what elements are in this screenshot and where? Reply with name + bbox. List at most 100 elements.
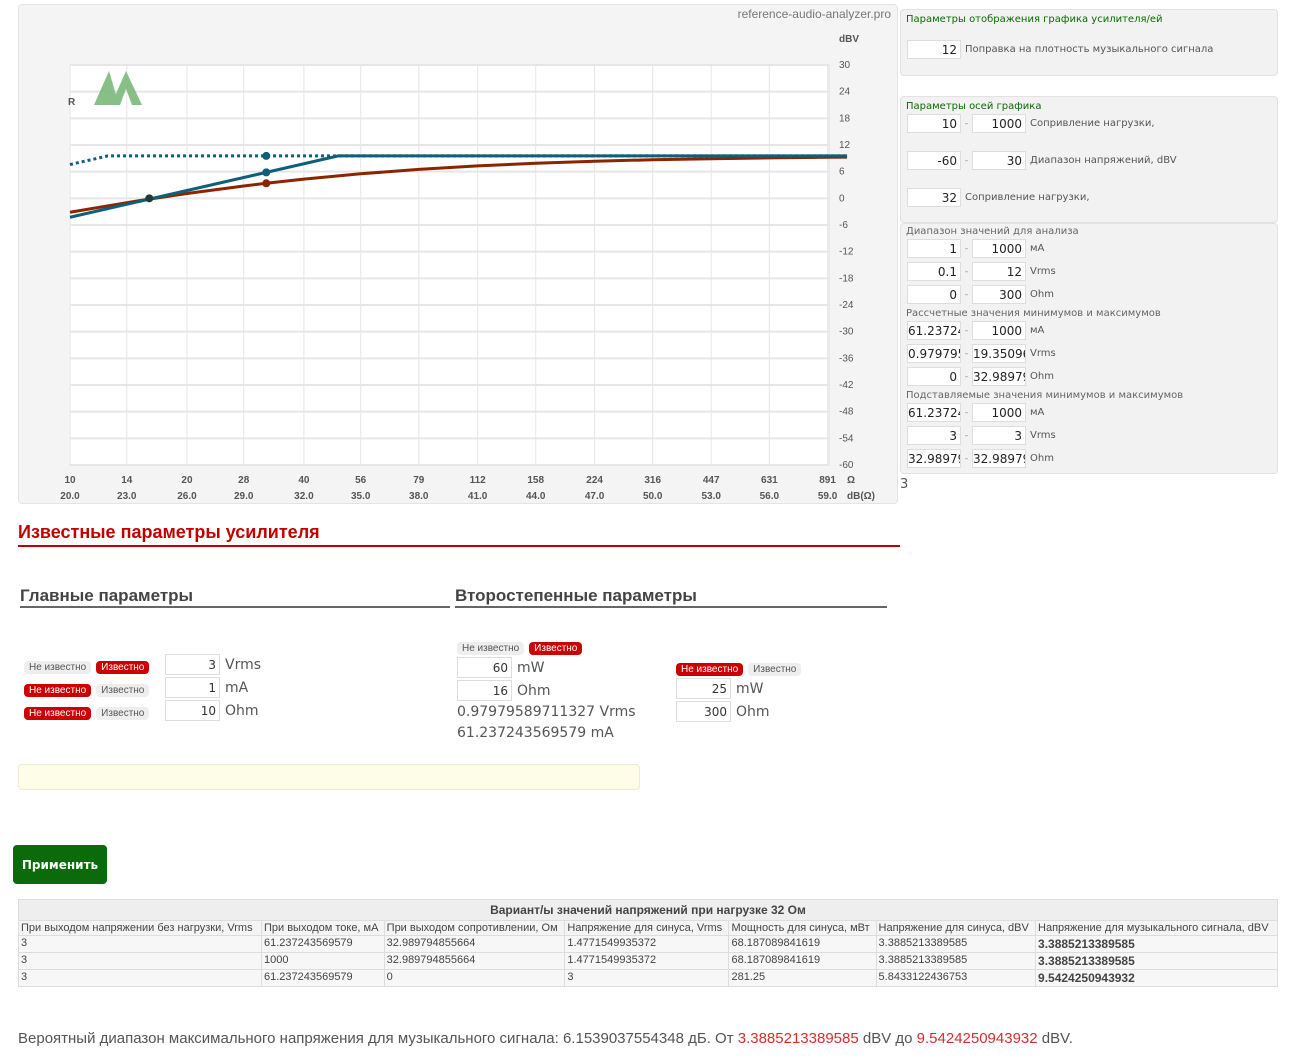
param-input[interactable]: 16 bbox=[457, 680, 512, 701]
max-input[interactable]: 300 bbox=[972, 285, 1026, 304]
param-row: 16 Ohm bbox=[457, 679, 636, 702]
x-tick-db-label: 32.0 bbox=[294, 491, 314, 502]
param-input[interactable]: 1 bbox=[165, 677, 220, 698]
param-row: 60 mW bbox=[457, 656, 636, 679]
unit-label: Vrms bbox=[1030, 348, 1056, 359]
known-toggle[interactable]: Известно bbox=[748, 662, 802, 676]
secondary-params-b: Не известно Известно 25 mW 300 Ohm bbox=[676, 655, 806, 723]
data-marker[interactable] bbox=[262, 151, 271, 160]
min-input[interactable]: 61.23724 bbox=[907, 403, 961, 422]
min-input[interactable]: 0.1 bbox=[907, 262, 961, 281]
x-tick-label: 14 bbox=[121, 475, 133, 486]
param-unit: Ohm bbox=[225, 702, 259, 719]
min-input[interactable]: 3 bbox=[907, 426, 961, 445]
dash: - bbox=[964, 243, 969, 254]
state-toggle: Не известно Известно bbox=[676, 657, 806, 676]
state-toggle: Не известно Известно bbox=[457, 636, 587, 655]
below-value: 3 bbox=[900, 477, 909, 492]
min-input[interactable]: 0 bbox=[907, 367, 961, 386]
music-density-input[interactable]: 12 bbox=[907, 40, 961, 59]
apply-button[interactable]: Применить bbox=[13, 845, 107, 884]
field-label: Сопривление нагрузки, bbox=[965, 192, 1090, 203]
table-caption: Вариант/ы значений напряжений при нагруз… bbox=[18, 899, 1278, 921]
range-row: 0-32.98979 Ohm bbox=[907, 365, 1277, 388]
min-input[interactable]: 32.98979 bbox=[907, 449, 961, 468]
known-toggle[interactable]: Известно bbox=[96, 684, 150, 697]
param-row: Не известно Известно 10 Ohm bbox=[24, 699, 261, 722]
param-row: Не известно Известно 1 mA bbox=[24, 676, 261, 699]
unit-label: Ohm bbox=[1030, 453, 1054, 464]
y-tick-label: -60 bbox=[839, 460, 854, 471]
column-header: При выходом сопротивлении, Ом bbox=[383, 920, 566, 936]
param-input[interactable]: 300 bbox=[676, 701, 731, 722]
load-min-input[interactable]: 10 bbox=[907, 114, 961, 133]
data-marker[interactable] bbox=[145, 194, 154, 203]
data-marker[interactable] bbox=[262, 179, 271, 188]
volt-max-input[interactable]: 30 bbox=[972, 151, 1026, 170]
load-max-input[interactable]: 1000 bbox=[972, 114, 1026, 133]
column-header: Напряжение для синуса, Vrms bbox=[564, 920, 730, 936]
param-input[interactable]: 60 bbox=[457, 657, 512, 678]
param-input[interactable]: 25 bbox=[676, 678, 731, 699]
x-tick-db-label: 53.0 bbox=[701, 491, 721, 502]
max-input[interactable]: 19.35096 bbox=[972, 344, 1026, 363]
summary-mid: dBV до bbox=[858, 1030, 917, 1047]
y-tick-label: 30 bbox=[839, 60, 851, 71]
computed-value: 0.97979589711327 Vrms bbox=[457, 704, 636, 720]
x-tick-label: 316 bbox=[644, 475, 661, 486]
min-input[interactable]: 1 bbox=[907, 239, 961, 258]
max-input[interactable]: 3 bbox=[972, 426, 1026, 445]
known-toggle[interactable]: Известно bbox=[96, 707, 150, 720]
volt-min-input[interactable]: -60 bbox=[907, 151, 961, 170]
max-input[interactable]: 1000 bbox=[972, 321, 1026, 340]
x-tick-label: 28 bbox=[238, 475, 250, 486]
range-row: 0-300 Ohm bbox=[907, 283, 1277, 306]
unknown-toggle[interactable]: Не известно bbox=[24, 707, 92, 720]
x-tick-db-label: 23.0 bbox=[117, 491, 137, 502]
max-input[interactable]: 32.98979 bbox=[972, 367, 1026, 386]
min-input[interactable]: 61.23724 bbox=[907, 321, 961, 340]
y-tick-label: -24 bbox=[839, 300, 854, 311]
unknown-toggle[interactable]: Не известно bbox=[676, 662, 744, 676]
state-toggle: Не известно Известно bbox=[24, 655, 165, 674]
y-tick-label: 24 bbox=[839, 87, 851, 98]
max-input[interactable]: 1000 bbox=[972, 239, 1026, 258]
load-input[interactable]: 32 bbox=[907, 188, 961, 207]
x-tick-label: 56 bbox=[355, 475, 367, 486]
table-cell: 3.3885213389585 bbox=[875, 952, 1037, 970]
table-row: 3 61.237243569579 32.989794855664 1.4771549… bbox=[18, 935, 1278, 953]
known-toggle[interactable]: Известно bbox=[529, 641, 583, 655]
min-input[interactable]: 0 bbox=[907, 285, 961, 304]
range-row: 61.23724-1000 мА bbox=[907, 319, 1277, 342]
max-input[interactable]: 1000 bbox=[972, 403, 1026, 422]
data-marker[interactable] bbox=[262, 168, 271, 177]
max-input[interactable]: 12 bbox=[972, 262, 1026, 281]
column-header: При выходом токе, мА bbox=[260, 920, 385, 936]
table-cell: 3 bbox=[18, 969, 262, 987]
unit-label: Vrms bbox=[1030, 430, 1056, 441]
table-cell: 3 bbox=[18, 935, 262, 953]
unknown-toggle[interactable]: Не известно bbox=[24, 661, 92, 674]
range-row: 61.23724-1000 мА bbox=[907, 401, 1277, 424]
table-cell: 32.989794855664 bbox=[383, 952, 566, 970]
y-tick-label: -6 bbox=[839, 220, 848, 231]
x-tick-db-label: 26.0 bbox=[177, 491, 197, 502]
max-input[interactable]: 32.98979 bbox=[972, 449, 1026, 468]
x-tick-label: 447 bbox=[703, 475, 720, 486]
y-axis-label: dBV bbox=[839, 34, 859, 45]
group-title: Диапазон значений для анализа bbox=[906, 226, 1079, 237]
secondary-params-title: Второстепенные параметры bbox=[455, 586, 697, 605]
dash: - bbox=[964, 266, 969, 277]
min-input[interactable]: 0.979795 bbox=[907, 344, 961, 363]
table-cell: 9.5424250943932 bbox=[1035, 969, 1278, 987]
param-input[interactable]: 3 bbox=[165, 654, 220, 675]
table-cell: 3 bbox=[18, 952, 262, 970]
param-input[interactable]: 10 bbox=[165, 700, 220, 721]
unknown-toggle[interactable]: Не известно bbox=[24, 684, 92, 697]
known-toggle[interactable]: Известно bbox=[96, 661, 150, 674]
y-tick-label: -54 bbox=[839, 433, 854, 444]
plot-area bbox=[69, 64, 830, 466]
unknown-toggle[interactable]: Не известно bbox=[457, 641, 525, 655]
field-label: Поправка на плотность музыкального сигна… bbox=[965, 44, 1214, 55]
x-tick-db-label: 41.0 bbox=[468, 491, 488, 502]
